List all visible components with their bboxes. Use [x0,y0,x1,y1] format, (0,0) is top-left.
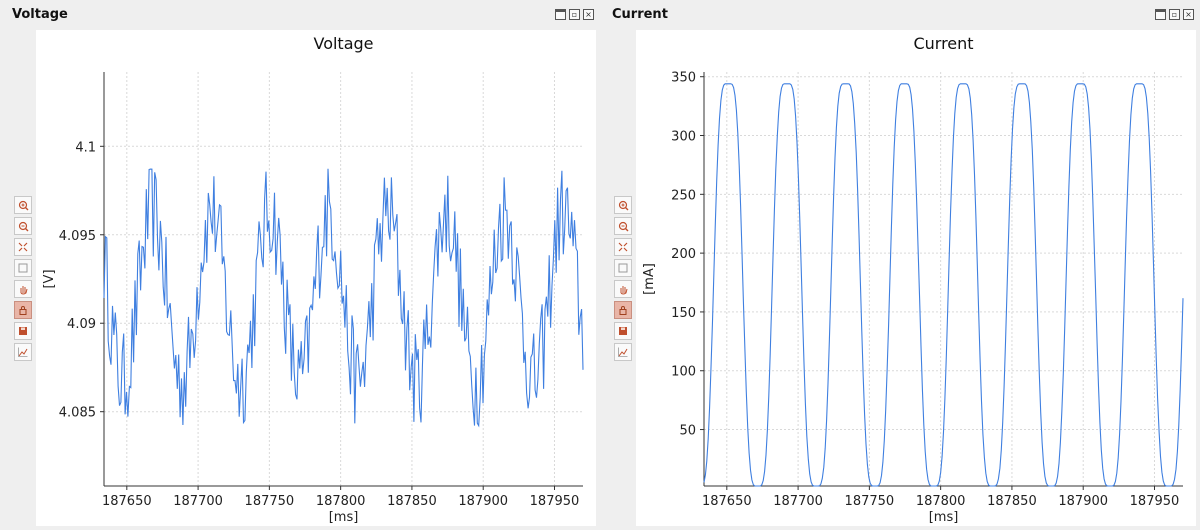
save-icon [619,327,627,335]
maximize-icon[interactable] [1155,9,1166,20]
zoom-in-icon [18,200,29,211]
close-icon[interactable]: × [1183,9,1194,20]
x-tick-label: 187800 [916,494,966,509]
x-tick-label: 187650 [702,494,752,509]
y-tick-label: 4.085 [59,406,96,421]
panel-header: Current ▫ × [600,0,1200,30]
lock-button[interactable] [614,301,632,319]
y-tick-label: 4.095 [59,229,96,244]
select-box-icon [618,263,628,273]
plot-toolbar [614,196,634,361]
line-chart-icon [18,347,28,357]
float-icon[interactable]: ▫ [1169,9,1180,20]
float-icon[interactable]: ▫ [569,9,580,20]
pan-hand-button[interactable] [14,280,32,298]
current-panel: Current ▫ × Current 187650 187700 187750 187… [600,0,1200,530]
y-tick-label: 250 [671,188,696,203]
voltage-chart[interactable]: Voltage 187650 187700 187750 187800 187850 187… [36,30,596,526]
y-axis-label: [mA] [642,263,657,295]
y-tick-label: 150 [671,306,696,321]
x-tick-label: 187700 [173,494,223,509]
x-tick-label: 187900 [1058,494,1108,509]
lock-button[interactable] [14,301,32,319]
panel-title: Current [612,7,668,22]
zoom-out-button[interactable] [14,217,32,235]
save-icon [19,327,27,335]
select-box-icon [18,263,28,273]
save-button[interactable] [14,322,32,340]
zoom-out-icon [18,221,29,232]
select-box-button[interactable] [14,259,32,277]
zoom-in-icon [618,200,629,211]
x-axis-label: [ms] [329,510,359,525]
y-tick-label: 4.09 [67,317,96,332]
zoom-fit-button[interactable] [14,238,32,256]
x-tick-label: 187650 [102,494,152,509]
x-tick-label: 187800 [316,494,366,509]
pan-hand-icon [620,286,628,295]
current-plot-area[interactable]: Current 187650 187700 187750 187800 187850 187… [636,30,1196,526]
current-chart[interactable]: Current 187650 187700 187750 187800 187850 187… [636,30,1196,526]
pan-hand-button[interactable] [614,280,632,298]
y-tick-label: 200 [671,247,696,262]
line-chart-icon [618,347,628,357]
lock-icon [19,306,27,315]
zoom-fit-button[interactable] [614,238,632,256]
voltage-panel: Voltage ▫ × Voltage 187650 187700 187750 187… [0,0,600,530]
series-line [703,83,1184,487]
select-box-button[interactable] [614,259,632,277]
zoom-fit-icon [618,242,628,252]
x-tick-label: 187850 [987,494,1037,509]
lock-icon [619,306,627,315]
chart-title: Current [913,34,973,53]
pan-hand-icon [20,286,28,295]
panel-title: Voltage [12,7,68,22]
window-buttons: ▫ × [1155,9,1194,20]
series-line [103,168,584,428]
y-tick-label: 50 [679,424,696,439]
zoom-out-button[interactable] [614,217,632,235]
x-tick-label: 187850 [387,494,437,509]
plot-toolbar [14,196,34,361]
maximize-icon[interactable] [555,9,566,20]
x-tick-label: 187950 [1130,494,1180,509]
x-tick-label: 187900 [458,494,508,509]
line-chart-button[interactable] [14,343,32,361]
y-axis-label: [V] [42,269,57,288]
x-axis-label: [ms] [929,510,959,525]
voltage-plot-area[interactable]: Voltage 187650 187700 187750 187800 187850 187… [36,30,596,526]
zoom-fit-icon [18,242,28,252]
panel-header: Voltage ▫ × [0,0,600,30]
y-tick-label: 4.1 [75,140,96,155]
x-tick-label: 187750 [245,494,295,509]
x-tick-label: 187700 [773,494,823,509]
line-chart-button[interactable] [614,343,632,361]
window-buttons: ▫ × [555,9,594,20]
zoom-in-button[interactable] [14,196,32,214]
save-button[interactable] [614,322,632,340]
close-icon[interactable]: × [583,9,594,20]
chart-title: Voltage [313,34,373,53]
zoom-out-icon [618,221,629,232]
x-tick-label: 187950 [530,494,580,509]
y-tick-label: 350 [671,71,696,86]
x-tick-label: 187750 [845,494,895,509]
y-tick-label: 300 [671,130,696,145]
zoom-in-button[interactable] [614,196,632,214]
y-tick-label: 100 [671,365,696,380]
